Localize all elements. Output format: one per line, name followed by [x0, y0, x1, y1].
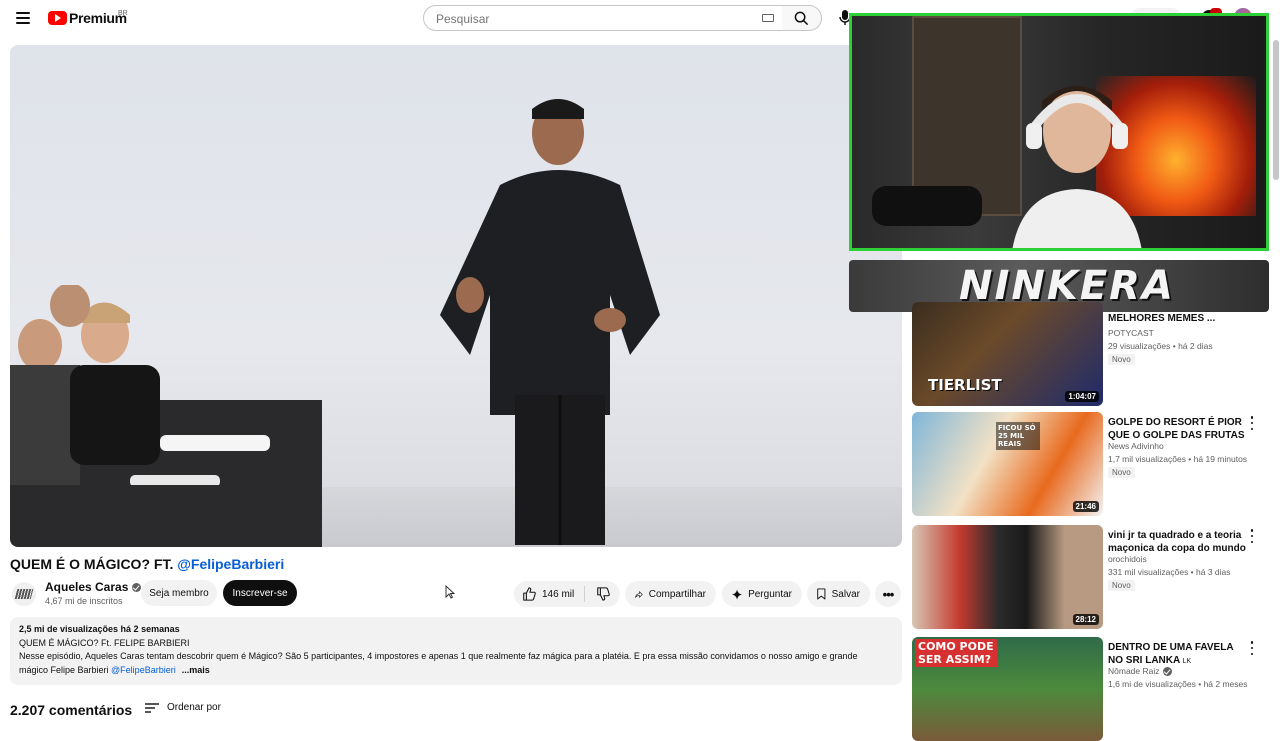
- share-label: Compartilhar: [648, 588, 706, 600]
- country-code: LK: [1182, 658, 1192, 665]
- show-more-button[interactable]: ...mais: [182, 665, 210, 675]
- new-badge: Novo: [1108, 580, 1135, 591]
- streamer-illustration: [1012, 86, 1142, 248]
- description-line-3-text: mágico Felipe Barbieri: [19, 664, 112, 675]
- verified-icon: [132, 582, 142, 592]
- new-badge: Novo: [1108, 467, 1135, 478]
- video-meta: 29 visualizações • há 2 dias: [1108, 341, 1213, 351]
- menu-icon[interactable]: [16, 12, 30, 24]
- video-title[interactable]: GOLPE DO RESORT É PIOR QUE O GOLPE DAS F…: [1108, 416, 1248, 442]
- channel-avatar[interactable]: [12, 582, 36, 606]
- channel-name-text[interactable]: Nômade Raiz: [1108, 666, 1160, 676]
- search-input[interactable]: [434, 11, 738, 27]
- video-thumbnail[interactable]: FICOU SÓ 25 MIL REAIS 21:46: [912, 412, 1103, 516]
- new-badge: Novo: [1108, 354, 1135, 365]
- video-title-text[interactable]: DENTRO DE UMA FAVELA NO SRI LANKA: [1108, 642, 1233, 666]
- thumbs-down-icon: [596, 587, 610, 601]
- video-meta: 1,6 mi de visualizações • há 2 meses: [1108, 679, 1248, 689]
- video-thumbnail[interactable]: TIERLIST 1:04:07: [912, 302, 1103, 406]
- ask-label: Perguntar: [748, 588, 792, 600]
- more-options-icon[interactable]: [1248, 641, 1256, 655]
- video-thumbnail[interactable]: 28:12: [912, 525, 1103, 629]
- microphone-arm: [872, 186, 982, 226]
- recommended-video[interactable]: TIERLIST 1:04:07 MELHORES MEMES ... POTY…: [912, 302, 1270, 406]
- thumbs-up-icon: [523, 587, 536, 601]
- search-button[interactable]: [782, 5, 822, 31]
- channel-name[interactable]: POTYCAST: [1108, 328, 1154, 338]
- verified-icon: [1162, 666, 1172, 676]
- description-mention-link[interactable]: @FelipeBarbieri: [111, 665, 176, 675]
- mouse-cursor-icon: [445, 585, 455, 599]
- thumbnail-text: TIERLIST: [928, 376, 1002, 394]
- channel-name[interactable]: orochidois: [1108, 554, 1147, 564]
- bookmark-icon: [817, 588, 826, 600]
- comments-count: 2.207 comentários: [10, 702, 133, 718]
- youtube-play-icon: [48, 11, 67, 25]
- ask-button[interactable]: Perguntar: [722, 581, 802, 607]
- channel-name[interactable]: News Adivinho: [1108, 441, 1164, 451]
- keyboard-icon[interactable]: [762, 14, 774, 22]
- channel-name[interactable]: Aqueles Caras: [45, 580, 142, 594]
- dislike-button[interactable]: [585, 581, 620, 607]
- youtube-premium-logo[interactable]: Premium BR: [48, 10, 128, 26]
- video-title[interactable]: MELHORES MEMES ...: [1108, 312, 1248, 325]
- sort-label: Ordenar por: [167, 702, 221, 713]
- share-icon: [635, 590, 643, 598]
- video-title: QUEM É O MÁGICO? FT. @FelipeBarbieri: [10, 556, 284, 572]
- sort-icon: [145, 702, 159, 713]
- video-meta: 331 mil visualizações • há 3 dias: [1108, 567, 1231, 577]
- channel-logo-icon: [14, 589, 34, 599]
- more-options-icon[interactable]: [1248, 529, 1256, 543]
- recommended-video[interactable]: COMO PODE SER ASSIM? DENTRO DE UMA FAVEL…: [912, 637, 1270, 741]
- thumbnail-text: COMO PODE SER ASSIM?: [915, 639, 997, 667]
- video-thumbnail[interactable]: COMO PODE SER ASSIM?: [912, 637, 1103, 741]
- search-box: [423, 5, 783, 31]
- sort-comments-button[interactable]: Ordenar por: [145, 702, 221, 713]
- streamer-webcam-overlay: [849, 13, 1269, 251]
- thumbnail-text: FICOU SÓ 25 MIL REAIS: [996, 422, 1040, 450]
- video-duration: 28:12: [1072, 614, 1099, 625]
- like-button[interactable]: 146 mil: [514, 581, 584, 607]
- host-illustration: [440, 99, 660, 545]
- channel-name[interactable]: Nômade Raiz: [1108, 666, 1172, 676]
- sparkle-icon: [732, 588, 743, 600]
- description-line-1: QUEM É MÁGICO? Ft. FELIPE BARBIERI: [19, 637, 190, 648]
- subscribe-button[interactable]: Inscrever-se: [223, 580, 297, 606]
- channel-name-text[interactable]: Aqueles Caras: [45, 580, 128, 594]
- description-line-2: Nesse episódio, Aqueles Caras tentam des…: [19, 651, 858, 661]
- video-duration: 1:04:07: [1065, 391, 1099, 402]
- like-dislike-group: 146 mil: [514, 581, 620, 607]
- participants-illustration: [10, 285, 270, 485]
- join-member-button[interactable]: Seja membro: [141, 580, 217, 606]
- page-scrollbar[interactable]: [1273, 40, 1279, 180]
- description-line-3: mágico Felipe Barbieri @FelipeBarbieri..…: [19, 664, 893, 678]
- video-title[interactable]: DENTRO DE UMA FAVELA NO SRI LANKA LK: [1108, 641, 1248, 668]
- description-box[interactable]: 2,5 mi de visualizações há 2 semanas QUE…: [10, 617, 902, 685]
- view-count-date: 2,5 mi de visualizações há 2 semanas: [19, 624, 180, 634]
- recommended-video[interactable]: FICOU SÓ 25 MIL REAIS 21:46 GOLPE DO RES…: [912, 412, 1270, 516]
- video-title-mention-link[interactable]: @FelipeBarbieri: [177, 556, 284, 572]
- more-horizontal-icon: •••: [882, 586, 895, 602]
- more-actions-button[interactable]: •••: [875, 581, 901, 607]
- video-player[interactable]: [10, 45, 902, 547]
- search-icon: [794, 11, 809, 26]
- recommended-video[interactable]: 28:12 vini jr ta quadrado e a teoria maç…: [912, 525, 1270, 629]
- save-label: Salvar: [831, 588, 860, 600]
- video-title[interactable]: vini jr ta quadrado e a teoria maçonica …: [1108, 529, 1248, 555]
- video-meta: 1,7 mil visualizações • há 19 minutos: [1108, 454, 1248, 464]
- share-button[interactable]: Compartilhar: [625, 581, 716, 607]
- like-count: 146 mil: [542, 588, 575, 600]
- video-title-text: QUEM É O MÁGICO? FT.: [10, 556, 178, 572]
- logo-country: BR: [118, 10, 128, 17]
- video-duration: 21:46: [1072, 501, 1099, 512]
- save-button[interactable]: Salvar: [807, 581, 870, 607]
- subscriber-count: 4,67 mi de inscritos: [45, 596, 123, 606]
- more-options-icon[interactable]: [1248, 416, 1256, 430]
